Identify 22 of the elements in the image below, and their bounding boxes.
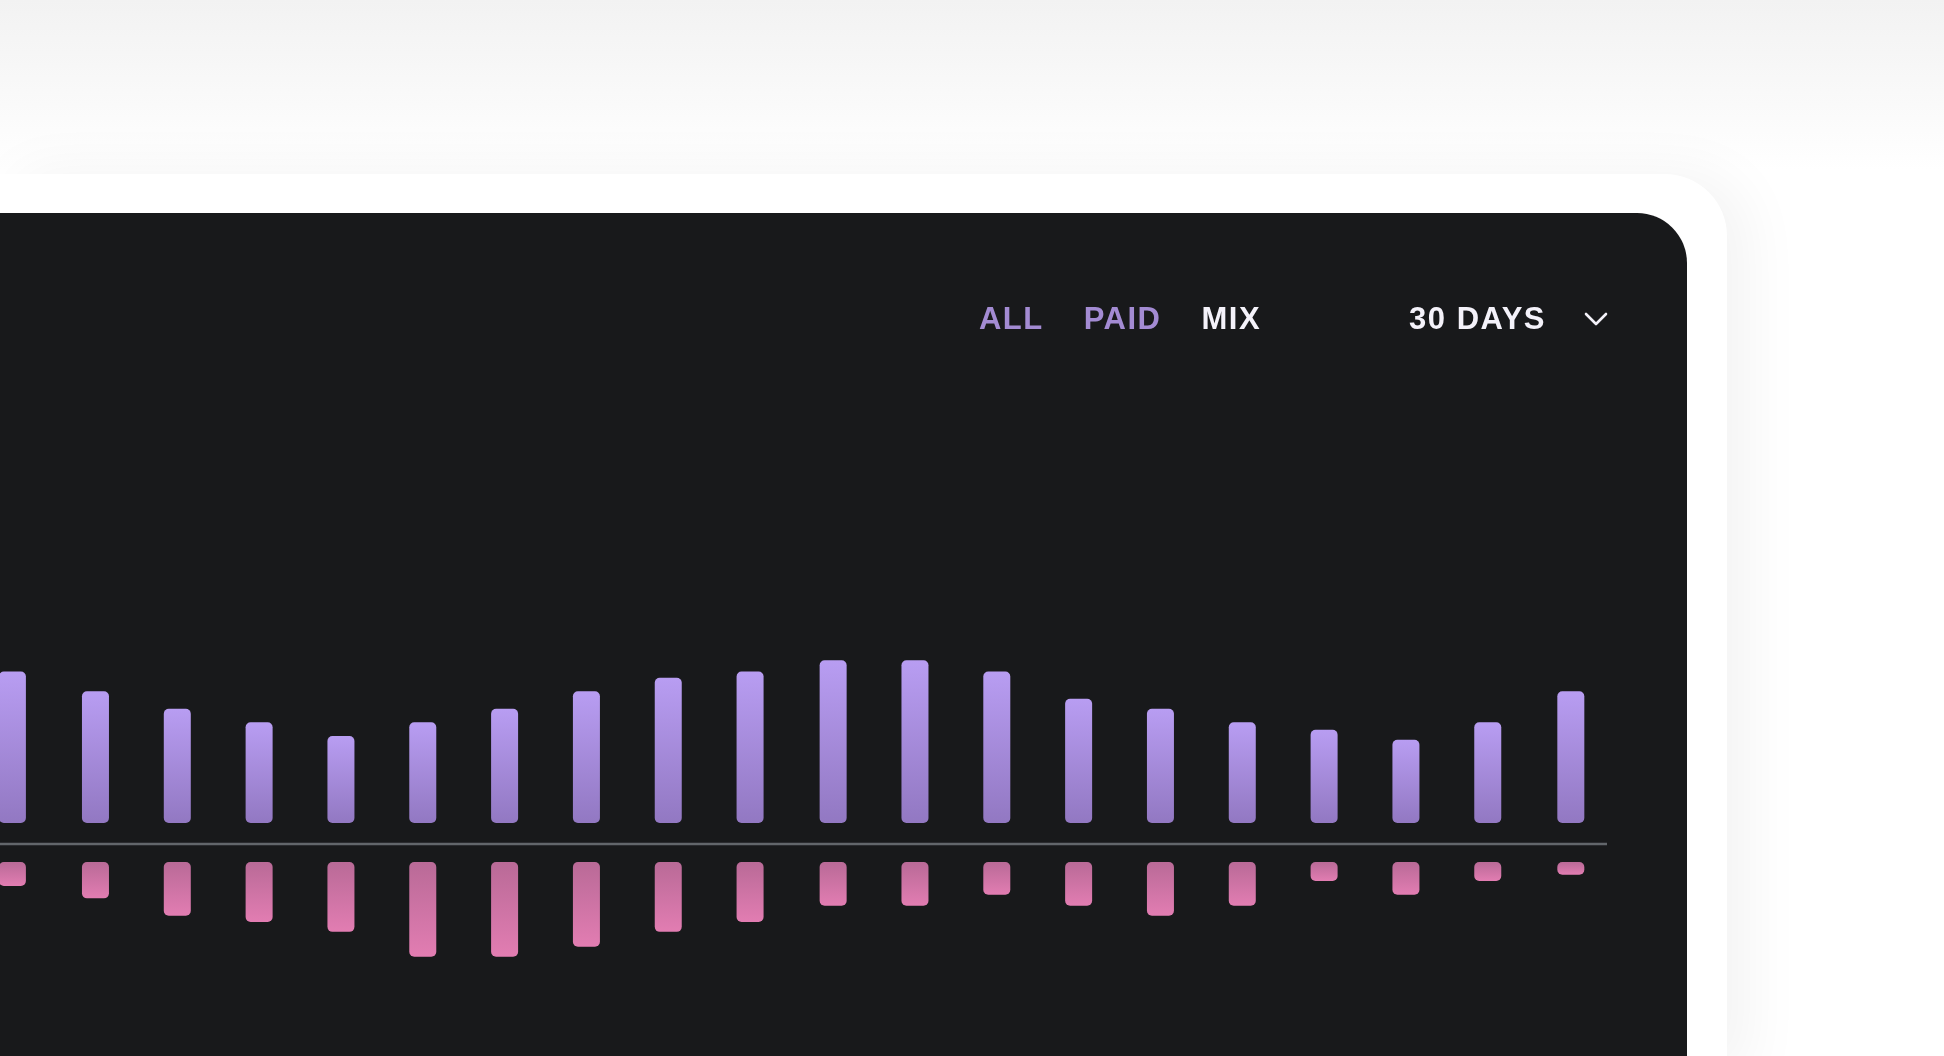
lower-bar bbox=[1146, 862, 1174, 916]
lower-bar bbox=[1065, 862, 1093, 906]
lower-bar bbox=[1392, 862, 1420, 895]
lower-bar bbox=[1228, 862, 1256, 906]
filter-tab[interactable]: PAID bbox=[1083, 301, 1162, 337]
lower-bar bbox=[983, 862, 1011, 895]
lower-bar bbox=[163, 862, 191, 916]
filter-tab[interactable]: ALL bbox=[978, 301, 1044, 337]
period-dropdown[interactable]: 30 DAYS bbox=[1409, 301, 1608, 337]
lower-bar bbox=[0, 862, 26, 886]
filter-tab[interactable]: MIX bbox=[1201, 301, 1262, 337]
lower-bar bbox=[654, 862, 682, 932]
lower-bar bbox=[736, 862, 764, 922]
lower-bar bbox=[819, 862, 847, 906]
lower-bar bbox=[327, 862, 355, 932]
lower-bar bbox=[901, 862, 929, 906]
lower-bar bbox=[1557, 862, 1585, 875]
lower-bar bbox=[81, 862, 109, 899]
lower-bar bbox=[245, 862, 273, 922]
lower-bar bbox=[1474, 862, 1502, 881]
chevron-down-icon bbox=[1584, 312, 1608, 326]
lower-bar bbox=[1310, 862, 1338, 881]
